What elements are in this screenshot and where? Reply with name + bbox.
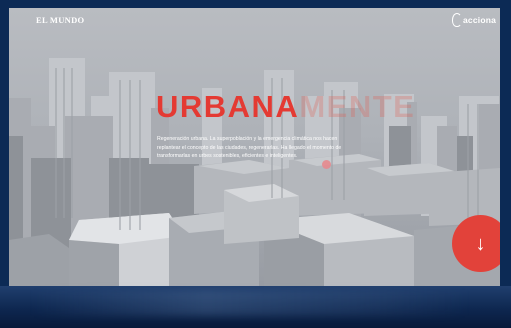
intro-paragraph: Regeneración urbana. La superpoblación y… <box>157 136 342 160</box>
hotspot-dot[interactable] <box>322 160 331 169</box>
elmundo-logo[interactable]: EL MUNDO <box>36 15 84 25</box>
title-urbana: URBANA <box>156 89 300 124</box>
reflection-glow <box>30 290 470 316</box>
acciona-mark-icon <box>452 13 462 27</box>
page-title: URBANAMENTE <box>156 91 415 122</box>
scroll-down-button[interactable]: ↓ <box>452 215 500 272</box>
title-mente: MENTE <box>299 89 416 124</box>
bottom-reflection <box>0 286 511 328</box>
acciona-wordmark: acciona <box>463 15 497 25</box>
hero-frame: URBANAMENTE Regeneración urbana. La supe… <box>9 8 500 286</box>
acciona-logo[interactable]: acciona <box>452 11 496 29</box>
arrow-down-icon: ↓ <box>475 232 486 255</box>
